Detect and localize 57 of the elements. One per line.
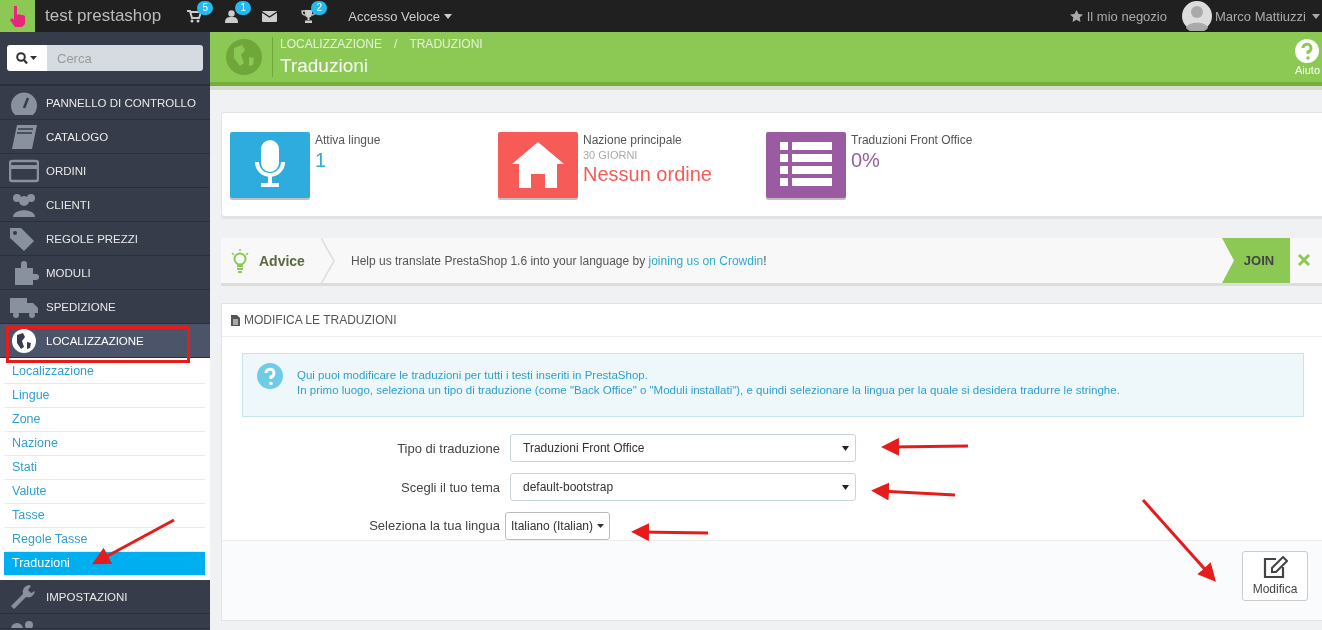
envelope-icon[interactable]: [262, 10, 278, 22]
notification-count: 5: [197, 0, 214, 15]
user-icon[interactable]: [225, 9, 239, 23]
sidebar-item[interactable]: CLIENTI: [0, 188, 210, 222]
star-icon: [1069, 10, 1083, 22]
shop-name[interactable]: test prestashop: [45, 6, 162, 26]
nav-icon: [9, 123, 39, 150]
page-title: Traduzioni: [280, 55, 369, 77]
breadcrumb-separator: /: [394, 37, 398, 51]
nav-icon: [9, 327, 39, 354]
quick-access-menu[interactable]: Accesso Veloce: [348, 8, 453, 24]
lightbulb-icon: [231, 248, 249, 273]
caret-icon: [842, 484, 849, 490]
search-field[interactable]: Cerca: [47, 45, 203, 71]
edit-button[interactable]: Modifica: [1242, 551, 1308, 601]
question-icon: [257, 363, 283, 389]
advice-message: Help us translate PrestaShop 1.6 into your language by joining us on Crowdin!: [351, 253, 767, 268]
notification-count: 1: [235, 0, 252, 15]
sidebar-item[interactable]: MODULI: [0, 256, 210, 290]
edit-icon: [1262, 556, 1288, 578]
field-label: Scegli il tuo tema: [400, 479, 501, 495]
sidebar-item[interactable]: IMPOSTAZIONI: [0, 580, 210, 614]
select-field[interactable]: default-bootstrap: [510, 473, 856, 501]
join-button[interactable]: JOIN: [1222, 238, 1290, 283]
user-menu[interactable]: Marco Mattiuzzi: [1214, 8, 1322, 24]
my-shop-link[interactable]: Il mio negozio: [1069, 8, 1167, 24]
field-label: Seleziona la tua lingua: [368, 518, 501, 534]
info-text: In primo luogo, seleziona un tipo di traduzione (come "Back Office" o "Moduli installati"), e quindi selezionare la lingua per la quale si desidera tradurre le stringhe.: [297, 384, 1120, 396]
language-dropdown[interactable]: Italiano (Italian): [505, 511, 611, 540]
select-field[interactable]: Traduzioni Front Office: [510, 434, 856, 463]
advice-title: Advice: [259, 252, 305, 269]
sidebar-item[interactable]: PANNELLO DI CONTROLLO: [0, 86, 210, 120]
kpi-period: 30 GIORNI: [583, 148, 638, 161]
info-text: Qui puoi modificare le traduzioni per tutti i testi inseriti in PrestaShop.: [297, 369, 649, 381]
caret-icon: [444, 13, 453, 19]
sidebar-item[interactable]: ORDINI: [0, 154, 210, 188]
panel-heading: MODIFICA LE TRADUZIONI: [244, 313, 397, 327]
kpi-value: 0%: [851, 148, 880, 172]
search-icon: [16, 52, 38, 64]
caret-icon: [597, 523, 605, 528]
globe-icon: [226, 39, 262, 75]
avatar-icon[interactable]: [1180, 1, 1213, 31]
sidebar-item[interactable]: CATALOGO: [0, 120, 210, 154]
search-options-button[interactable]: [7, 45, 47, 71]
kpi-label: Attiva lingue: [315, 132, 381, 147]
cart-icon[interactable]: [187, 9, 202, 23]
field-label: Tipo di traduzione: [396, 440, 501, 456]
kpi-value: Nessun ordine: [583, 162, 712, 186]
document-icon: [231, 314, 240, 326]
caret-icon: [1312, 13, 1320, 19]
sidebar-item[interactable]: REGOLE PREZZI: [0, 222, 210, 256]
notification-count: 2: [311, 0, 328, 15]
nav-icon: [9, 157, 39, 184]
caret-icon: [842, 445, 849, 451]
kpi-value: 1: [315, 148, 327, 172]
kpi-label: Nazione principale: [583, 132, 682, 147]
kpi-label: Traduzioni Front Office: [851, 132, 973, 147]
